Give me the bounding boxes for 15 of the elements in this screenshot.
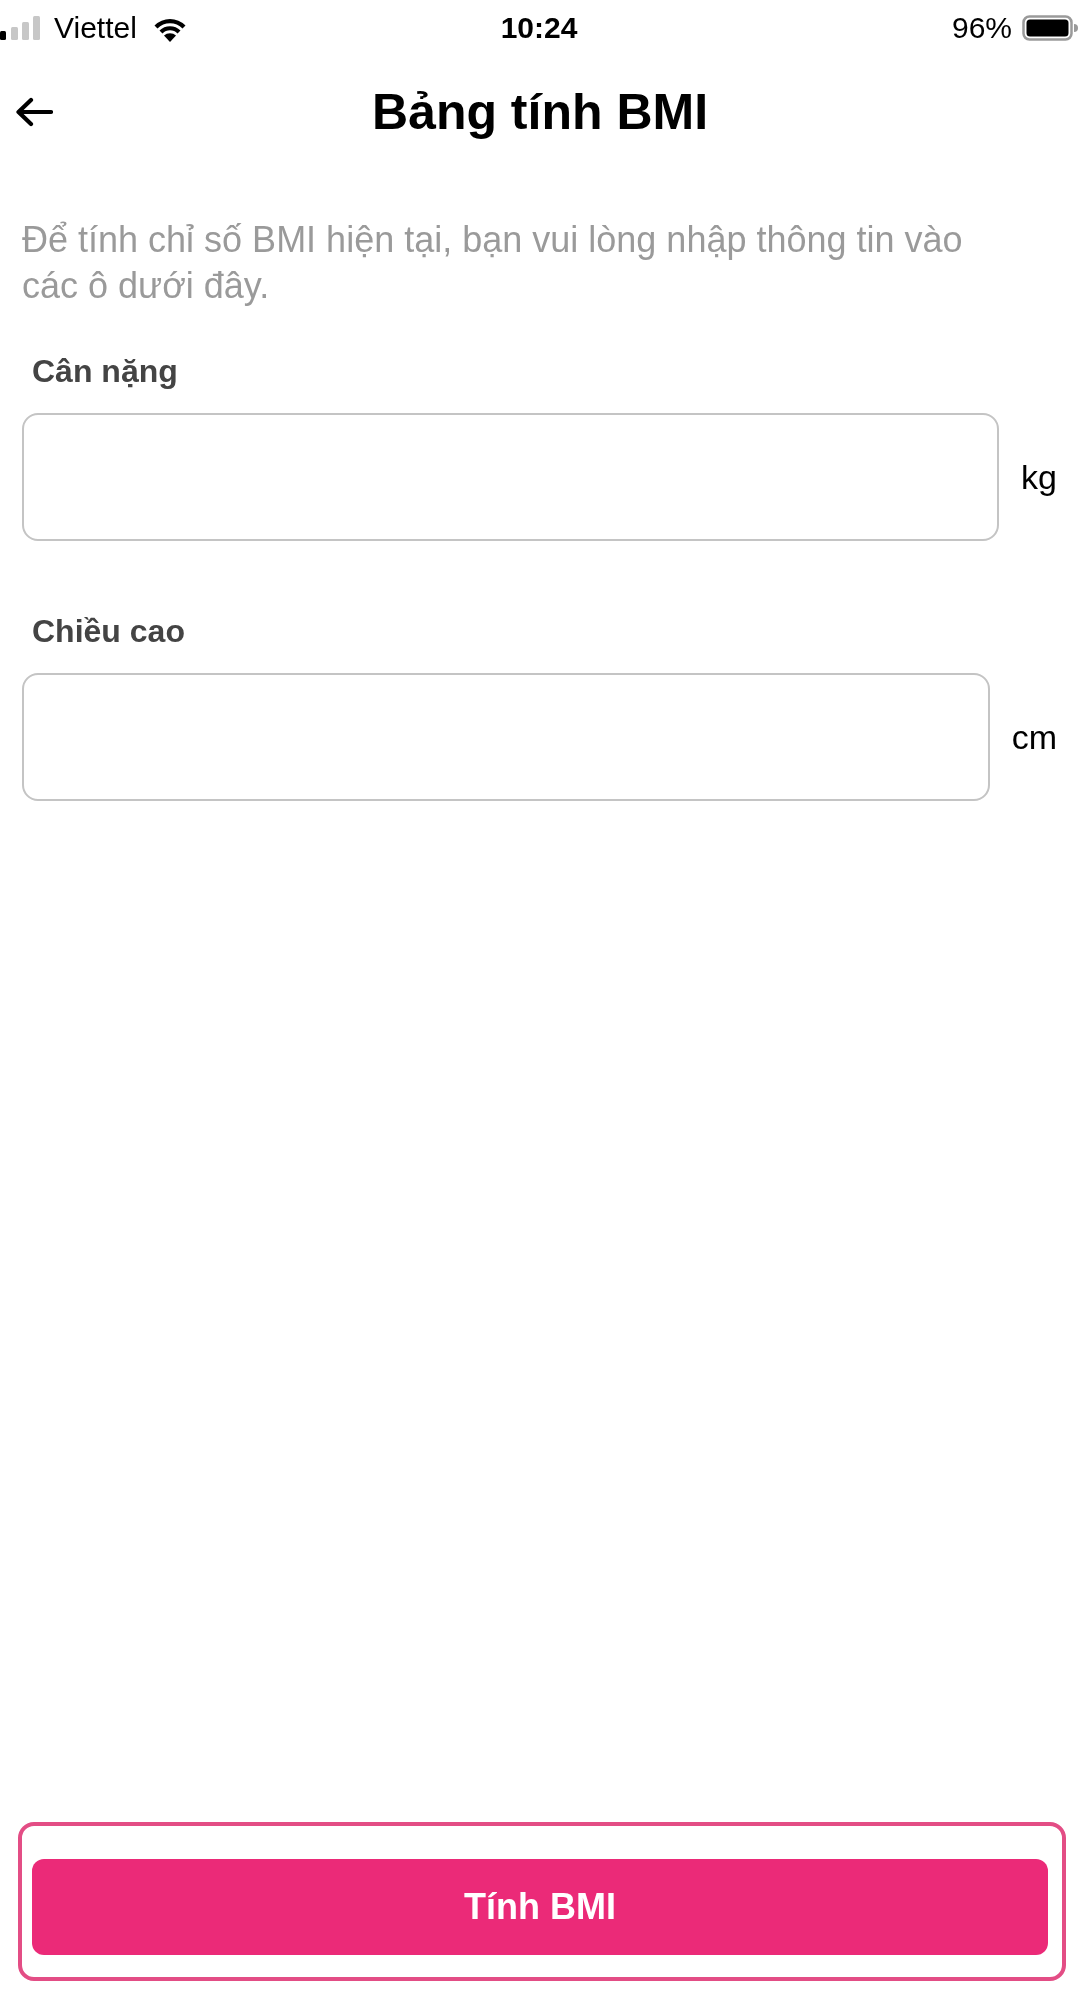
- input-field[interactable]: [22, 673, 990, 801]
- clock-time: 10:24: [500, 11, 578, 45]
- page-title: Bảng tính BMI: [371, 83, 709, 142]
- back-arrow-icon[interactable]: [15, 97, 53, 127]
- battery-percentage: 96%: [951, 11, 1012, 45]
- calculate-button[interactable]: Tính BMI: [32, 1859, 1048, 1955]
- unit-label: kg: [1021, 457, 1057, 497]
- battery-icon: [1022, 15, 1078, 41]
- field-label: Chiều cao: [32, 612, 185, 651]
- field-label: Cân nặng: [32, 352, 178, 391]
- signal-icon: [0, 16, 40, 40]
- carrier-name: Viettel: [54, 11, 137, 45]
- input-field[interactable]: [22, 413, 1000, 541]
- instruction-text: Để tính chỉ số BMI hiện tại, bạn vui lòng nhập thông tin vào các ô dưới đây.: [22, 218, 964, 308]
- unit-label: cm: [1011, 717, 1057, 757]
